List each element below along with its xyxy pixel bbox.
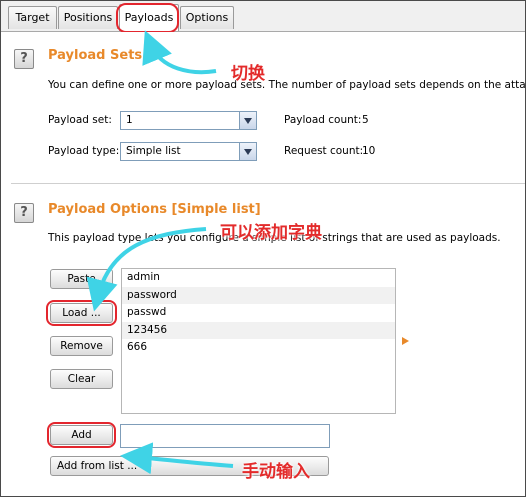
- annotation-add-dictionary: 可以添加字典: [220, 223, 322, 243]
- manual-arrow: [120, 442, 234, 475]
- switch-arrow: [142, 30, 217, 75]
- dict-arrow: [86, 227, 207, 312]
- annotation-switch: 切换: [231, 64, 265, 84]
- intruder-window: Target Positions Payloads Options ? Payl…: [0, 0, 526, 497]
- annotation-manual-input: 手动输入: [242, 462, 310, 482]
